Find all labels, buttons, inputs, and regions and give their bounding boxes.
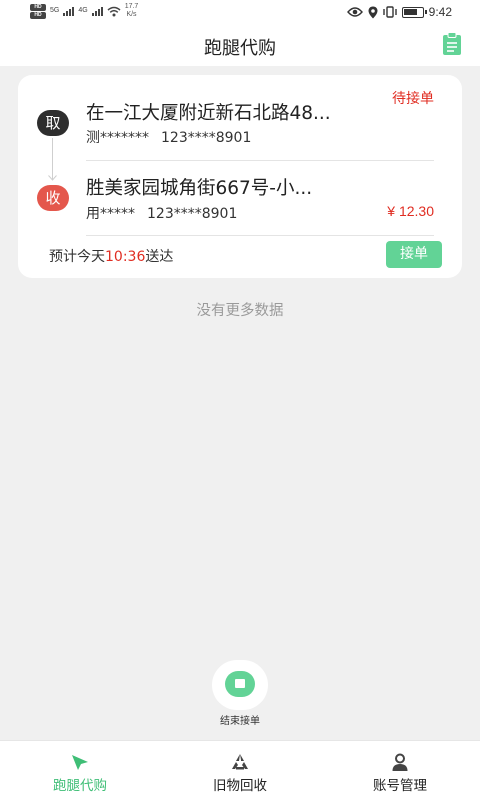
eye-icon bbox=[346, 7, 363, 17]
signal-icon-2 bbox=[91, 6, 103, 16]
delivery-eta: 预计今天10:36送达 bbox=[49, 246, 173, 266]
page-title: 跑腿代购 bbox=[204, 38, 276, 59]
receive-badge: 收 bbox=[37, 185, 69, 211]
speed-unit: K/s bbox=[126, 11, 137, 18]
signal-icon bbox=[63, 6, 75, 16]
pickup-address: 在一江大厦附近新石北路48... bbox=[86, 103, 331, 124]
network-type-2: 4G bbox=[78, 7, 88, 14]
tab-errand-shopping[interactable]: 跑腿代购 bbox=[0, 741, 160, 800]
hd-indicator: HD HD bbox=[30, 3, 46, 19]
tab-label: 旧物回收 bbox=[213, 778, 267, 794]
tab-account-management[interactable]: 账号管理 bbox=[320, 741, 480, 800]
battery-icon bbox=[401, 6, 427, 18]
divider bbox=[86, 235, 434, 236]
network-speed: 17.7 K/s bbox=[125, 3, 139, 19]
hd-label-bottom: HD bbox=[30, 11, 46, 19]
pickup-badge: 取 bbox=[37, 110, 69, 136]
stop-icon bbox=[225, 671, 255, 697]
divider bbox=[86, 160, 434, 161]
end-taking-orders-button[interactable] bbox=[212, 660, 268, 710]
receive-contact: 用***** 123****8901 bbox=[86, 203, 237, 223]
cursor-arrow-icon bbox=[72, 755, 88, 770]
order-list-icon[interactable] bbox=[442, 32, 462, 56]
eta-time: 10:36 bbox=[105, 249, 146, 265]
route-connector bbox=[52, 138, 53, 180]
pickup-phone: 123****8901 bbox=[161, 130, 252, 146]
pickup-contact: 测******* 123****8901 bbox=[86, 127, 251, 147]
vibrate-icon bbox=[382, 6, 397, 18]
order-status: 待接单 bbox=[392, 91, 434, 107]
tab-label: 跑腿代购 bbox=[53, 778, 107, 794]
recycle-icon bbox=[232, 754, 248, 770]
user-icon bbox=[392, 753, 408, 771]
location-pin-icon bbox=[368, 6, 378, 18]
clock-time: 9:42 bbox=[428, 5, 452, 19]
status-right: 9:42 bbox=[346, 5, 452, 19]
accept-order-button[interactable]: 接单 bbox=[386, 241, 442, 268]
receive-address: 胜美家园城角街667号-小... bbox=[86, 178, 313, 199]
end-taking-orders-label: 结束接单 bbox=[220, 716, 260, 727]
pickup-name: 测******* bbox=[86, 130, 149, 146]
tab-recycling[interactable]: 旧物回收 bbox=[160, 741, 320, 800]
wifi-icon bbox=[107, 6, 121, 16]
nav-bar: 跑腿代购 bbox=[0, 26, 480, 66]
hd-label-top: HD bbox=[30, 3, 46, 11]
no-more-data-text: 没有更多数据 bbox=[196, 303, 284, 319]
speed-value: 17.7 bbox=[124, 3, 139, 10]
receive-phone: 123****8901 bbox=[147, 206, 238, 222]
chevron-down-icon bbox=[48, 175, 57, 181]
status-bar: HD HD 5G 4G 17.7 K/s 9:42 bbox=[0, 0, 480, 26]
order-price: ¥ 12.30 bbox=[387, 203, 434, 219]
eta-suffix: 送达 bbox=[145, 249, 174, 265]
order-card[interactable]: 取 收 待接单 在一江大厦附近新石北路48... 测******* 123****… bbox=[18, 75, 462, 278]
receive-name: 用***** bbox=[86, 206, 135, 222]
status-left: HD HD 5G 4G 17.7 K/s bbox=[30, 3, 138, 19]
bottom-tab-bar: 跑腿代购 旧物回收 账号管理 bbox=[0, 740, 480, 800]
network-type-1: 5G bbox=[50, 7, 60, 14]
eta-prefix: 预计今天 bbox=[49, 249, 105, 265]
tab-label: 账号管理 bbox=[373, 778, 427, 794]
